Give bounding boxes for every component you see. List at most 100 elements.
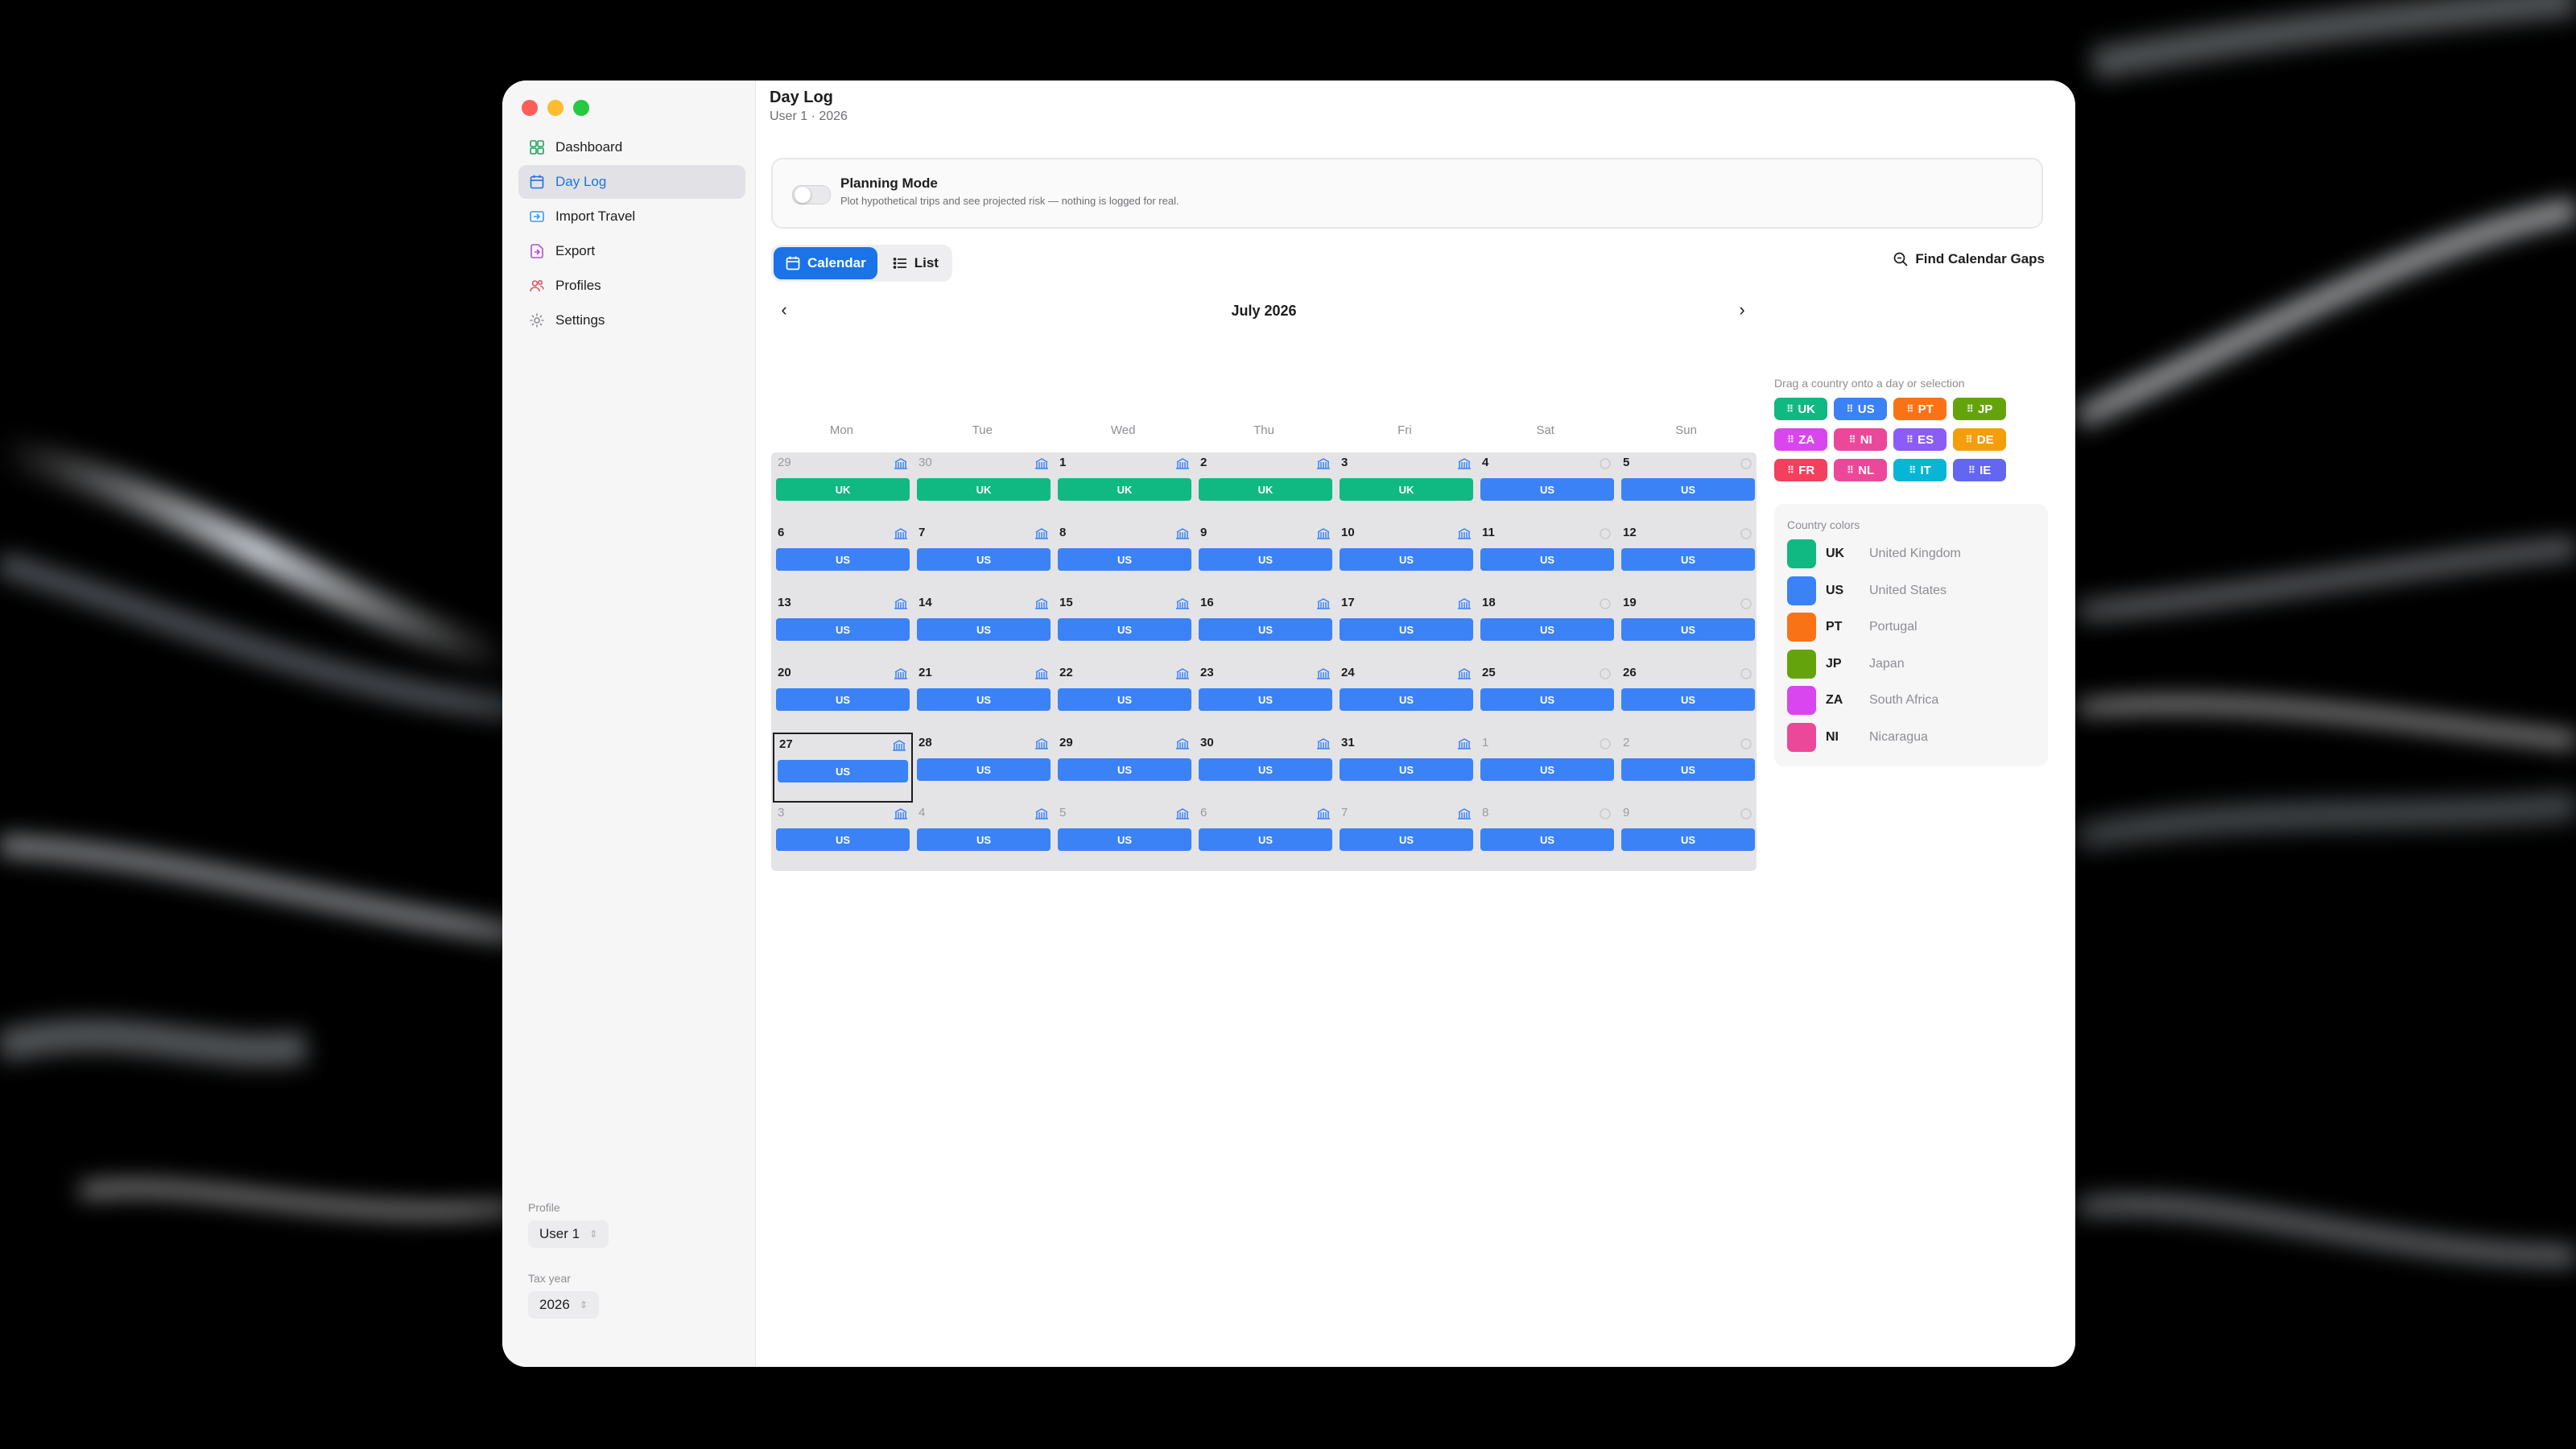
- color-swatch[interactable]: [1787, 539, 1816, 568]
- country-bar[interactable]: UK: [776, 478, 910, 501]
- calendar-day-cell[interactable]: 17 US: [1336, 592, 1476, 663]
- country-bar[interactable]: US: [776, 688, 910, 711]
- country-bar[interactable]: US: [1058, 828, 1191, 851]
- country-bar[interactable]: US: [1621, 618, 1755, 641]
- zoom-window-button[interactable]: [573, 100, 589, 116]
- calendar-day-cell[interactable]: 4 US: [914, 803, 1054, 873]
- sidebar-item-export[interactable]: Export: [518, 234, 745, 268]
- country-bar[interactable]: US: [1199, 688, 1332, 711]
- calendar-day-cell[interactable]: 25 US: [1477, 663, 1617, 733]
- country-bar[interactable]: US: [1199, 548, 1332, 571]
- calendar-day-cell[interactable]: 19 US: [1618, 592, 1758, 663]
- calendar-day-cell[interactable]: 6 US: [773, 522, 913, 592]
- country-bar[interactable]: US: [1340, 758, 1473, 781]
- calendar-day-cell[interactable]: 30 US: [1195, 733, 1335, 803]
- calendar-day-cell[interactable]: 4 US: [1477, 452, 1617, 522]
- country-bar[interactable]: US: [1621, 828, 1755, 851]
- minimize-window-button[interactable]: [547, 100, 564, 116]
- country-chip-fr[interactable]: ⠿ FR: [1774, 459, 1827, 481]
- calendar-day-cell[interactable]: 5 US: [1055, 803, 1195, 873]
- find-calendar-gaps-button[interactable]: Find Calendar Gaps: [1893, 251, 2045, 267]
- calendar-day-cell[interactable]: 22 US: [1055, 663, 1195, 733]
- color-swatch[interactable]: [1787, 613, 1816, 642]
- calendar-day-cell[interactable]: 23 US: [1195, 663, 1335, 733]
- country-bar[interactable]: US: [1480, 828, 1614, 851]
- country-bar[interactable]: US: [917, 688, 1051, 711]
- country-bar[interactable]: UK: [1058, 478, 1191, 501]
- country-bar[interactable]: US: [1340, 688, 1473, 711]
- country-bar[interactable]: US: [1480, 548, 1614, 571]
- country-bar[interactable]: US: [1340, 548, 1473, 571]
- calendar-day-cell[interactable]: 18 US: [1477, 592, 1617, 663]
- calendar-day-cell[interactable]: 20 US: [773, 663, 913, 733]
- country-chip-us[interactable]: ⠿ US: [1834, 398, 1887, 420]
- country-bar[interactable]: US: [917, 828, 1051, 851]
- calendar-day-cell[interactable]: 2 US: [1618, 733, 1758, 803]
- calendar-day-cell[interactable]: 7 US: [914, 522, 1054, 592]
- country-bar[interactable]: US: [1199, 618, 1332, 641]
- country-chip-ie[interactable]: ⠿ IE: [1953, 459, 2006, 481]
- calendar-day-cell[interactable]: 3 UK: [1336, 452, 1476, 522]
- calendar-day-cell[interactable]: 29 UK: [773, 452, 913, 522]
- calendar-day-cell[interactable]: 7 US: [1336, 803, 1476, 873]
- country-bar[interactable]: US: [917, 618, 1051, 641]
- planning-mode-toggle[interactable]: [792, 185, 831, 204]
- country-bar[interactable]: US: [1340, 828, 1473, 851]
- country-bar[interactable]: US: [1480, 688, 1614, 711]
- sidebar-item-day-log[interactable]: Day Log: [518, 165, 745, 199]
- country-bar[interactable]: UK: [1199, 478, 1332, 501]
- country-bar[interactable]: US: [917, 758, 1051, 781]
- country-chip-uk[interactable]: ⠿ UK: [1774, 398, 1827, 420]
- color-swatch[interactable]: [1787, 686, 1816, 715]
- color-swatch[interactable]: [1787, 576, 1816, 605]
- country-chip-nl[interactable]: ⠿ NL: [1834, 459, 1887, 481]
- country-bar[interactable]: US: [1621, 478, 1755, 501]
- country-chip-pt[interactable]: ⠿ PT: [1893, 398, 1946, 420]
- calendar-day-cell[interactable]: 6 US: [1195, 803, 1335, 873]
- calendar-day-cell[interactable]: 11 US: [1477, 522, 1617, 592]
- country-bar[interactable]: UK: [1340, 478, 1473, 501]
- profile-picker[interactable]: User 1 ⇕: [528, 1220, 609, 1248]
- country-bar[interactable]: US: [778, 760, 908, 782]
- calendar-day-cell[interactable]: 21 US: [914, 663, 1054, 733]
- list-view-button[interactable]: List: [881, 247, 950, 279]
- calendar-day-cell[interactable]: 16 US: [1195, 592, 1335, 663]
- calendar-day-cell[interactable]: 9 US: [1195, 522, 1335, 592]
- calendar-day-cell[interactable]: 8 US: [1477, 803, 1617, 873]
- calendar-day-cell[interactable]: 10 US: [1336, 522, 1476, 592]
- country-bar[interactable]: US: [1058, 618, 1191, 641]
- country-chip-de[interactable]: ⠿ DE: [1953, 428, 2006, 451]
- country-bar[interactable]: UK: [917, 478, 1051, 501]
- country-bar[interactable]: US: [776, 828, 910, 851]
- country-bar[interactable]: US: [776, 618, 910, 641]
- calendar-day-cell[interactable]: 1 US: [1477, 733, 1617, 803]
- sidebar-item-settings[interactable]: Settings: [518, 303, 745, 337]
- calendar-day-cell[interactable]: 13 US: [773, 592, 913, 663]
- country-bar[interactable]: US: [1480, 618, 1614, 641]
- close-window-button[interactable]: [522, 100, 538, 116]
- calendar-day-cell[interactable]: 2 UK: [1195, 452, 1335, 522]
- calendar-day-cell[interactable]: 29 US: [1055, 733, 1195, 803]
- country-chip-it[interactable]: ⠿ IT: [1893, 459, 1946, 481]
- calendar-day-cell[interactable]: 27 US: [773, 733, 913, 803]
- country-bar[interactable]: US: [917, 548, 1051, 571]
- country-bar[interactable]: US: [1199, 758, 1332, 781]
- country-bar[interactable]: US: [1621, 548, 1755, 571]
- calendar-day-cell[interactable]: 14 US: [914, 592, 1054, 663]
- calendar-day-cell[interactable]: 8 US: [1055, 522, 1195, 592]
- calendar-day-cell[interactable]: 9 US: [1618, 803, 1758, 873]
- country-bar[interactable]: US: [1621, 758, 1755, 781]
- country-bar[interactable]: US: [1621, 688, 1755, 711]
- country-bar[interactable]: US: [1058, 548, 1191, 571]
- country-bar[interactable]: US: [776, 548, 910, 571]
- country-chip-za[interactable]: ⠿ ZA: [1774, 428, 1827, 451]
- calendar-day-cell[interactable]: 12 US: [1618, 522, 1758, 592]
- country-bar[interactable]: US: [1480, 758, 1614, 781]
- calendar-day-cell[interactable]: 5 US: [1618, 452, 1758, 522]
- calendar-day-cell[interactable]: 3 US: [773, 803, 913, 873]
- color-swatch[interactable]: [1787, 649, 1816, 679]
- sidebar-item-dashboard[interactable]: Dashboard: [518, 130, 745, 164]
- country-chip-ni[interactable]: ⠿ NI: [1834, 428, 1887, 451]
- sidebar-item-profiles[interactable]: Profiles: [518, 269, 745, 303]
- sidebar-item-import-travel[interactable]: Import Travel: [518, 200, 745, 233]
